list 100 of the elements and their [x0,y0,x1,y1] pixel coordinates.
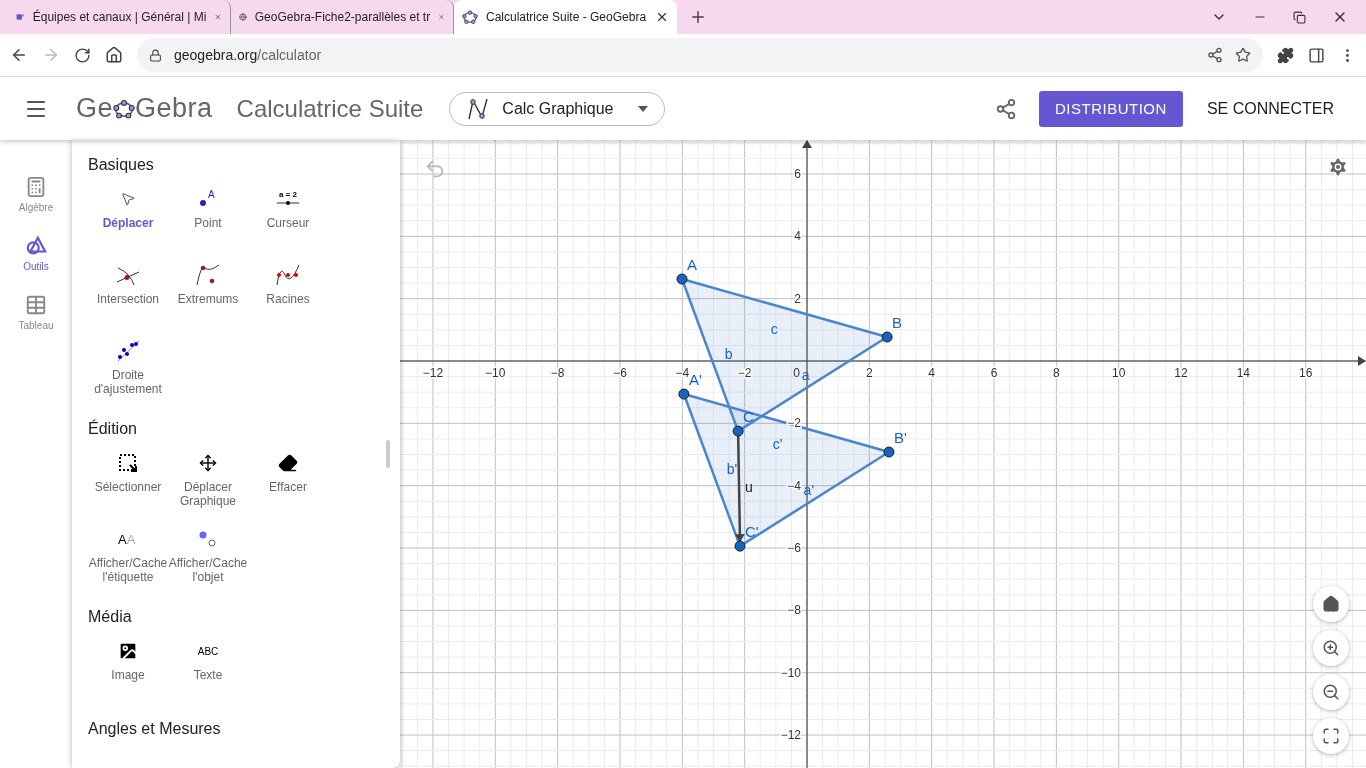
axis-tick-label: −8 [787,603,801,618]
bookmark-star-icon[interactable] [1235,47,1251,63]
axis-tick-label: −4 [675,366,690,380]
home-icon [1322,595,1340,613]
scrollbar-thumb[interactable] [386,440,390,468]
tool-button[interactable]: Extremums [168,264,248,328]
tool-button[interactable]: Intersection [88,264,168,328]
tool-button[interactable]: Sélectionner [88,452,168,516]
puzzle-icon[interactable] [1277,46,1294,64]
new-tab-icon[interactable] [689,8,707,26]
vector-label: u [745,478,753,495]
zoom-out-icon [1322,683,1340,701]
tool-button[interactable]: AA Afficher/Cache l'étiquette [88,528,168,592]
tool-button[interactable]: Racines [248,264,328,328]
tool-button[interactable]: Droite d'ajustement [88,340,168,404]
side-label: a [801,367,810,384]
login-button[interactable]: SE CONNECTER [1198,91,1342,126]
axis-tick-label: 2 [866,366,873,380]
pentagon-logo-icon [462,9,478,25]
axis-tick-label: 4 [794,229,801,244]
section-title: Édition [88,420,138,438]
app-title: Calculatrice Suite [236,94,424,123]
side-panel-icon[interactable] [1308,46,1325,64]
zoom-in-icon [1322,639,1340,657]
calculator-icon [25,176,47,198]
tool-button[interactable]: Effacer [248,452,328,516]
pentagon-logo-icon [113,97,136,120]
point-label: B' [894,429,907,446]
point-label: A' [688,371,702,389]
axis-tick-label: 14 [1236,366,1251,380]
sidebar-tab[interactable]: Outils [23,235,49,272]
axis-tick-label: −6 [787,541,801,555]
point[interactable] [678,388,690,400]
selection-rect-icon [118,453,138,473]
zoom-in-button[interactable] [1313,630,1349,666]
lock-icon [149,48,162,62]
section-title: Média [88,608,133,626]
browser-tab[interactable]: Équipes et canaux | Général | Mi [8,0,231,34]
axis-tick-label: 0 [793,366,800,380]
section-title: Basiques [88,156,155,174]
axis-tick-label: −10 [780,665,801,680]
curve-extremum-icon [195,264,221,286]
point[interactable] [881,331,893,343]
tool-button[interactable]: ABC Texte [168,640,248,704]
axis-tick-label: 2 [794,291,801,306]
point-label: B [892,314,903,331]
tool-button[interactable]: a = 2 Curseur [248,188,328,252]
axis-tick-label: 10 [1112,366,1126,380]
reload-icon[interactable] [74,46,91,64]
home-icon[interactable] [105,46,123,64]
axis-tick-label: −8 [550,366,565,380]
axis-tick-label: −12 [422,366,444,380]
settings-icon[interactable] [1327,156,1349,178]
tool-button[interactable]: Afficher/Cache l'objet [168,528,248,592]
address-bar[interactable]: geogebra.org/calculator [137,38,1263,72]
browser-tab[interactable]: Calculatrice Suite - GeoGebra [454,0,677,34]
point-label: A [687,256,697,273]
point[interactable] [734,540,746,552]
shapes-icon [25,235,47,257]
point[interactable] [732,425,744,437]
cursor-icon [120,191,136,207]
text-icon: ABC [193,640,223,662]
graph-curve-icon [466,96,491,121]
side-label: b [724,345,733,362]
sidebar-tab[interactable]: Tableau [18,294,54,331]
point[interactable] [883,446,895,458]
point-label: C' [745,523,759,541]
sidebar-tab[interactable]: Algèbre [18,176,54,213]
axis-tick-label: −2 [737,366,752,380]
axis-tick-label: −6 [613,366,627,380]
share-icon[interactable] [995,97,1018,120]
side-label: c [770,320,778,337]
tool-button[interactable]: Déplacer [88,188,168,252]
back-icon[interactable] [10,46,28,64]
tool-button[interactable]: A Point [168,188,248,252]
zoom-out-button[interactable] [1313,674,1349,710]
axis-tick-label: −12 [780,728,801,743]
axis-tick-label: −4 [787,478,801,493]
geogebra-logo[interactable]: Ge Gebra [76,93,213,124]
section-title: Angles et Mesures [88,720,222,738]
axis-tick-label: 6 [794,167,801,181]
home-button[interactable] [1313,586,1349,622]
move-arrows-icon [199,454,217,472]
axis-tick-label: 12 [1174,366,1188,380]
image-icon [117,640,139,662]
table-icon [25,294,47,316]
axis-tick-label: 8 [1053,366,1060,380]
axis-tick-label: 4 [928,366,935,380]
scatter-fit-line-icon [115,340,141,362]
axis-tick-label: −10 [485,366,506,380]
axis-tick-label: 16 [1299,366,1313,380]
distribution-button[interactable]: DISTRIBUTION [1039,90,1183,127]
side-label: a' [803,482,815,499]
tool-button[interactable]: Déplacer Graphique [168,452,248,516]
close-icon[interactable] [655,10,669,24]
fullscreen-button[interactable] [1313,718,1349,754]
restore-icon[interactable] [1293,10,1306,24]
share-icon[interactable] [1207,47,1223,63]
point[interactable] [676,273,688,285]
tool-button[interactable]: Image [88,640,168,704]
